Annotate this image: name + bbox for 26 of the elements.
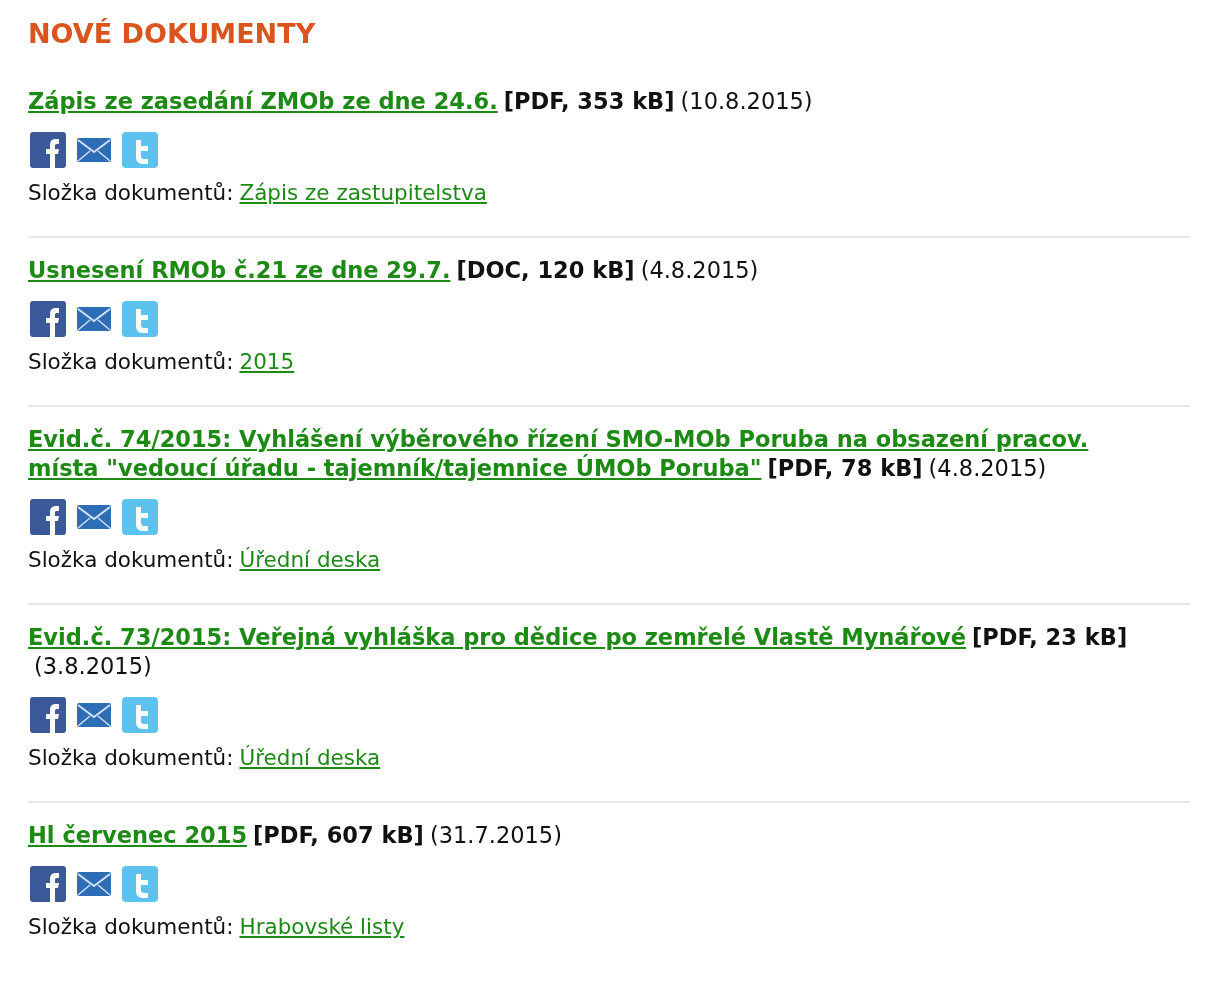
facebook-icon[interactable] — [30, 132, 66, 168]
email-icon[interactable] — [76, 136, 112, 164]
email-icon[interactable] — [76, 701, 112, 729]
email-icon[interactable] — [76, 870, 112, 898]
facebook-icon[interactable] — [30, 499, 66, 535]
email-icon[interactable] — [76, 305, 112, 333]
folder-link[interactable]: 2015 — [239, 349, 295, 375]
folder-link[interactable]: Úřední deska — [239, 547, 381, 573]
email-icon[interactable] — [76, 503, 112, 531]
document-title[interactable]: Zápis ze zasedání ZMOb ze dne 24.6. [PDF, 353 kB] (10.8.2015) — [28, 87, 1153, 116]
document-title[interactable]: Hl červenec 2015 [PDF, 607 kB] (31.7.2015) — [28, 821, 1153, 850]
folder-label: Složka dokumentů: — [28, 547, 234, 573]
folder-label: Složka dokumentů: — [28, 914, 234, 940]
document-title[interactable]: Evid.č. 74/2015: Vyhlášení výběrového řízení SMO-MOb Poruba na obsazení pracov. místa "vedoucí úřadu - tajemník/tajemnice ÚMOb Poruba" [PDF, 78 kB] (4.8.2015) — [28, 425, 1153, 483]
section-heading: NOVÉ DOKUMENTY — [28, 18, 317, 49]
document-title[interactable]: Usnesení RMOb č.21 ze dne 29.7. [DOC, 120 kB] (4.8.2015) — [28, 256, 1153, 285]
facebook-icon[interactable] — [30, 866, 66, 902]
folder-link[interactable]: Zápis ze zastupitelstva — [239, 180, 487, 206]
folder-label: Složka dokumentů: — [28, 180, 234, 206]
folder-link[interactable]: Hrabovské listy — [239, 914, 405, 940]
folder-label: Složka dokumentů: — [28, 349, 234, 375]
folder-link[interactable]: Úřední deska — [239, 745, 381, 771]
facebook-icon[interactable] — [30, 301, 66, 337]
document-title[interactable]: Evid.č. 73/2015: Veřejná vyhláška pro dědice po zemřelé Vlastě Mynářové [PDF, 23 kB] (3.8.2015) — [28, 623, 1153, 681]
facebook-icon[interactable] — [30, 697, 66, 733]
folder-label: Složka dokumentů: — [28, 745, 234, 771]
